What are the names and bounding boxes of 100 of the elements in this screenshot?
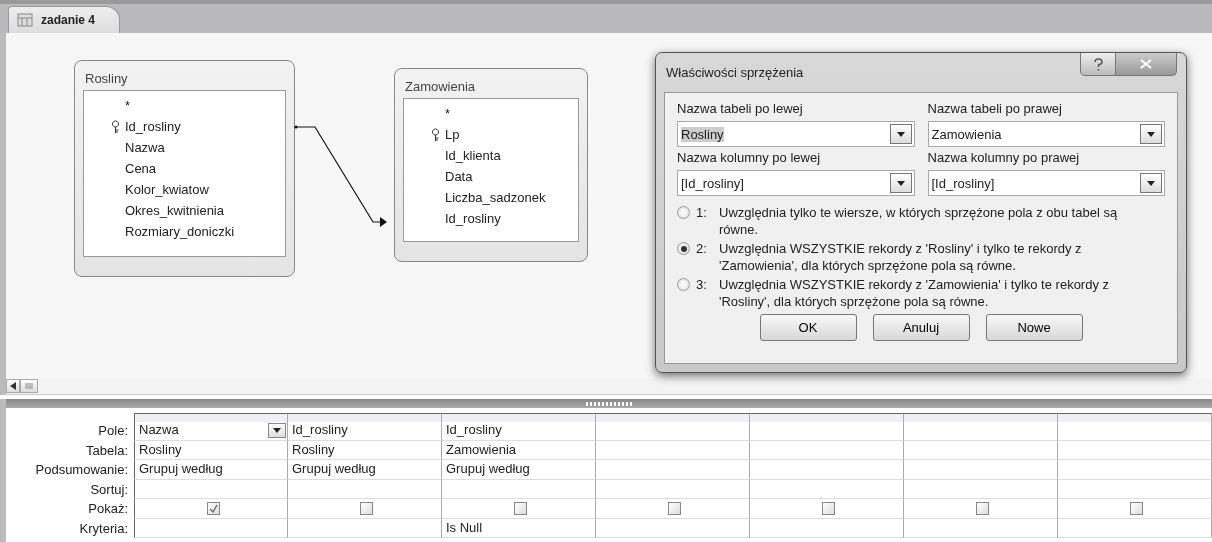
grid-cell[interactable] xyxy=(750,518,904,538)
grid-cell[interactable] xyxy=(596,421,750,441)
close-button[interactable] xyxy=(1116,53,1177,76)
field-name[interactable]: Lp xyxy=(445,127,460,142)
field-name[interactable]: Okres_kwitnienia xyxy=(125,203,224,218)
grid-cell[interactable] xyxy=(134,479,288,499)
field-label: Nazwa kolumny po lewej xyxy=(677,150,822,167)
grid-cell[interactable] xyxy=(596,460,750,480)
grid-cell[interactable] xyxy=(1058,518,1212,538)
grid-cell[interactable] xyxy=(750,479,904,499)
field-name[interactable]: Kolor_kwiatow xyxy=(125,182,209,197)
grid-cell[interactable] xyxy=(750,421,904,441)
field-name[interactable]: Id_klienta xyxy=(445,148,501,163)
grid-cell[interactable] xyxy=(288,518,442,538)
show-checkbox[interactable] xyxy=(514,501,527,515)
grid-cell[interactable] xyxy=(134,499,288,519)
grid-cell[interactable] xyxy=(442,479,596,499)
help-button[interactable] xyxy=(1080,53,1116,76)
scroll-thumb[interactable] xyxy=(20,379,38,393)
column-selector[interactable] xyxy=(596,413,750,422)
dialog-button[interactable]: OK xyxy=(759,314,857,341)
dialog-button[interactable]: Nowe xyxy=(985,314,1083,341)
combo-box[interactable]: [Id_rosliny] xyxy=(927,170,1165,196)
grid-cell[interactable] xyxy=(1058,499,1212,519)
grid-cell[interactable] xyxy=(1058,421,1212,441)
radio-button[interactable] xyxy=(677,242,690,255)
column-selector[interactable] xyxy=(904,413,1058,422)
table-box[interactable]: Zamowienia * Lp Id_klienta Data Liczba_sadzonek Id_rosliny xyxy=(394,68,588,262)
show-checkbox[interactable] xyxy=(668,501,681,515)
grid-cell[interactable] xyxy=(750,460,904,480)
join-line[interactable] xyxy=(294,125,387,227)
grid-cell[interactable] xyxy=(904,499,1058,519)
grid-cell[interactable] xyxy=(288,479,442,499)
show-checkbox[interactable] xyxy=(822,501,835,515)
option-text[interactable]: Uwzględnia tylko te wiersze, w których sprzężone pola z obu tabel są równe. xyxy=(719,204,1149,238)
grid-cell[interactable] xyxy=(750,499,904,519)
show-checkbox[interactable] xyxy=(206,501,220,515)
dropdown-button[interactable] xyxy=(268,422,286,438)
grid-cell[interactable]: Grupuj według xyxy=(442,460,596,480)
grid-cell[interactable] xyxy=(134,518,288,538)
field-name[interactable]: Nazwa xyxy=(125,140,165,155)
scroll-left-button[interactable] xyxy=(6,379,20,393)
field-name[interactable]: Cena xyxy=(125,161,157,176)
grid-cell[interactable] xyxy=(1058,440,1212,460)
grid-cell[interactable] xyxy=(596,499,750,519)
grid-cell[interactable] xyxy=(750,440,904,460)
grid-cell[interactable] xyxy=(1058,460,1212,480)
grid-cell[interactable]: Zamowienia xyxy=(442,440,596,460)
column-selector[interactable] xyxy=(288,413,442,422)
field-label: Nazwa kolumny po prawej xyxy=(927,150,1081,167)
grid-cell[interactable]: Id_rosliny xyxy=(288,421,442,441)
grid-cell[interactable] xyxy=(288,499,442,519)
grid-cell[interactable] xyxy=(904,440,1058,460)
combo-box[interactable]: Zamowienia xyxy=(927,121,1165,147)
query-tab[interactable]: zadanie 4 xyxy=(8,6,121,33)
option-text[interactable]: Uwzględnia WSZYSTKIE rekordy z 'Zamowienia' i tylko te rekordy z 'Rosliny', dla których sprzężone pola są równe. xyxy=(719,276,1149,310)
show-checkbox[interactable] xyxy=(360,501,373,515)
row-label: Sortuj: xyxy=(89,480,129,499)
field-name[interactable]: Id_rosliny xyxy=(125,119,181,134)
field-name[interactable]: * xyxy=(125,98,131,113)
grid-cell[interactable] xyxy=(904,421,1058,441)
radio-button[interactable] xyxy=(677,206,690,219)
field-name[interactable]: Liczba_sadzonek xyxy=(445,190,546,205)
grid-cell[interactable] xyxy=(596,479,750,499)
grid-cell[interactable] xyxy=(904,479,1058,499)
field-name[interactable]: Rozmiary_doniczki xyxy=(125,224,235,239)
column-selector[interactable] xyxy=(1058,413,1212,422)
grid-cell[interactable] xyxy=(596,518,750,538)
table-box[interactable]: Rosliny * Id_rosliny Nazwa Cena Kolor_kwiatow Okres_kwitnienia Rozmiary_doniczki xyxy=(74,60,295,277)
radio-button[interactable] xyxy=(677,278,690,291)
grid-cell[interactable]: Grupuj według xyxy=(134,460,288,480)
grid-cell[interactable]: Rosliny xyxy=(288,440,442,460)
grid-cell[interactable]: Nazwa xyxy=(134,421,288,441)
combo-box[interactable]: [Id_rosliny] xyxy=(677,170,915,196)
grid-cell[interactable]: Is Null xyxy=(442,518,596,538)
table-title: Rosliny xyxy=(84,70,129,88)
field-name[interactable]: Data xyxy=(445,169,473,184)
option-text[interactable]: Uwzględnia WSZYSTKIE rekordy z 'Rosliny' i tylko te rekordy z 'Zamowienia', dla których sprzężone pola są równe. xyxy=(719,240,1149,274)
column-selector[interactable] xyxy=(750,413,904,422)
table-title: Zamowienia xyxy=(404,78,477,96)
dialog-title: Właściwości sprzężenia xyxy=(665,64,805,80)
show-checkbox[interactable] xyxy=(1130,501,1143,515)
field-name[interactable]: Id_rosliny xyxy=(445,211,501,226)
combo-box[interactable]: Rosliny xyxy=(677,121,915,147)
grid-cell[interactable] xyxy=(1058,479,1212,499)
grid-cell[interactable]: Id_rosliny xyxy=(442,421,596,441)
show-checkbox[interactable] xyxy=(976,501,989,515)
splitter-grip[interactable] xyxy=(586,401,632,406)
grid-cell[interactable] xyxy=(442,499,596,519)
grid-cell[interactable] xyxy=(904,518,1058,538)
grid-cell-text[interactable]: Nazwa xyxy=(139,420,179,441)
dialog-button[interactable]: Anuluj xyxy=(872,314,970,341)
field-name[interactable]: * xyxy=(445,106,451,121)
grid-cell[interactable] xyxy=(596,440,750,460)
left-arrow-icon xyxy=(10,382,16,390)
grid-cell[interactable]: Rosliny xyxy=(134,440,288,460)
grid-cell[interactable]: Grupuj według xyxy=(288,460,442,480)
column-selector[interactable] xyxy=(134,413,288,422)
grid-cell[interactable] xyxy=(904,460,1058,480)
column-selector[interactable] xyxy=(442,413,596,422)
